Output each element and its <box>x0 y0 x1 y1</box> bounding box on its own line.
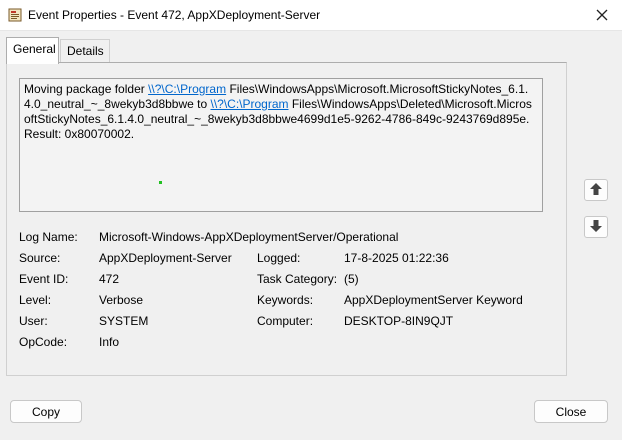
event-id-value: 472 <box>99 272 120 286</box>
close-button[interactable]: Close <box>534 400 608 423</box>
opcode-value: Info <box>99 335 120 349</box>
level-label: Level: <box>19 293 52 307</box>
arrow-down-icon <box>589 219 603 236</box>
window-title: Event Properties - Event 472, AppXDeploy… <box>28 8 321 22</box>
copy-button[interactable]: Copy <box>10 400 82 423</box>
task-category-value: (5) <box>344 272 359 286</box>
close-icon[interactable] <box>590 4 614 26</box>
opcode-label: OpCode: <box>19 335 68 349</box>
arrow-up-icon <box>589 182 603 199</box>
log-name-value: Microsoft-Windows-AppXDeploymentServer/O… <box>99 230 399 244</box>
computer-value: DESKTOP-8IN9QJT <box>344 314 454 328</box>
user-label: User: <box>19 314 48 328</box>
event-id-label: Event ID: <box>19 272 69 286</box>
level-value: Verbose <box>99 293 144 307</box>
tab-details[interactable]: Details <box>60 39 110 63</box>
event-viewer-icon <box>8 8 22 22</box>
cursor-dot <box>159 181 162 184</box>
task-category-label: Task Category: <box>257 272 338 286</box>
keywords-value: AppXDeploymentServer Keyword <box>344 293 523 307</box>
title-bar: Event Properties - Event 472, AppXDeploy… <box>0 0 622 31</box>
user-value: SYSTEM <box>99 314 149 328</box>
logged-value: 17-8-2025 01:22:36 <box>344 251 449 265</box>
tab-general[interactable]: General <box>6 37 59 64</box>
keywords-label: Keywords: <box>257 293 314 307</box>
next-event-button[interactable] <box>584 216 608 238</box>
previous-event-button[interactable] <box>584 179 608 201</box>
description-text-1: Moving package folder <box>24 82 149 96</box>
computer-label: Computer: <box>257 314 314 328</box>
event-description[interactable]: Moving package folder \\?\C:\Program Fil… <box>19 78 543 212</box>
description-link-1[interactable]: \\?\C:\Program <box>148 82 226 96</box>
log-name-label: Log Name: <box>19 230 78 244</box>
logged-label: Logged: <box>257 251 301 265</box>
source-value: AppXDeployment-Server <box>99 251 232 265</box>
source-label: Source: <box>19 251 61 265</box>
description-link-2[interactable]: \\?\C:\Program <box>210 97 288 111</box>
